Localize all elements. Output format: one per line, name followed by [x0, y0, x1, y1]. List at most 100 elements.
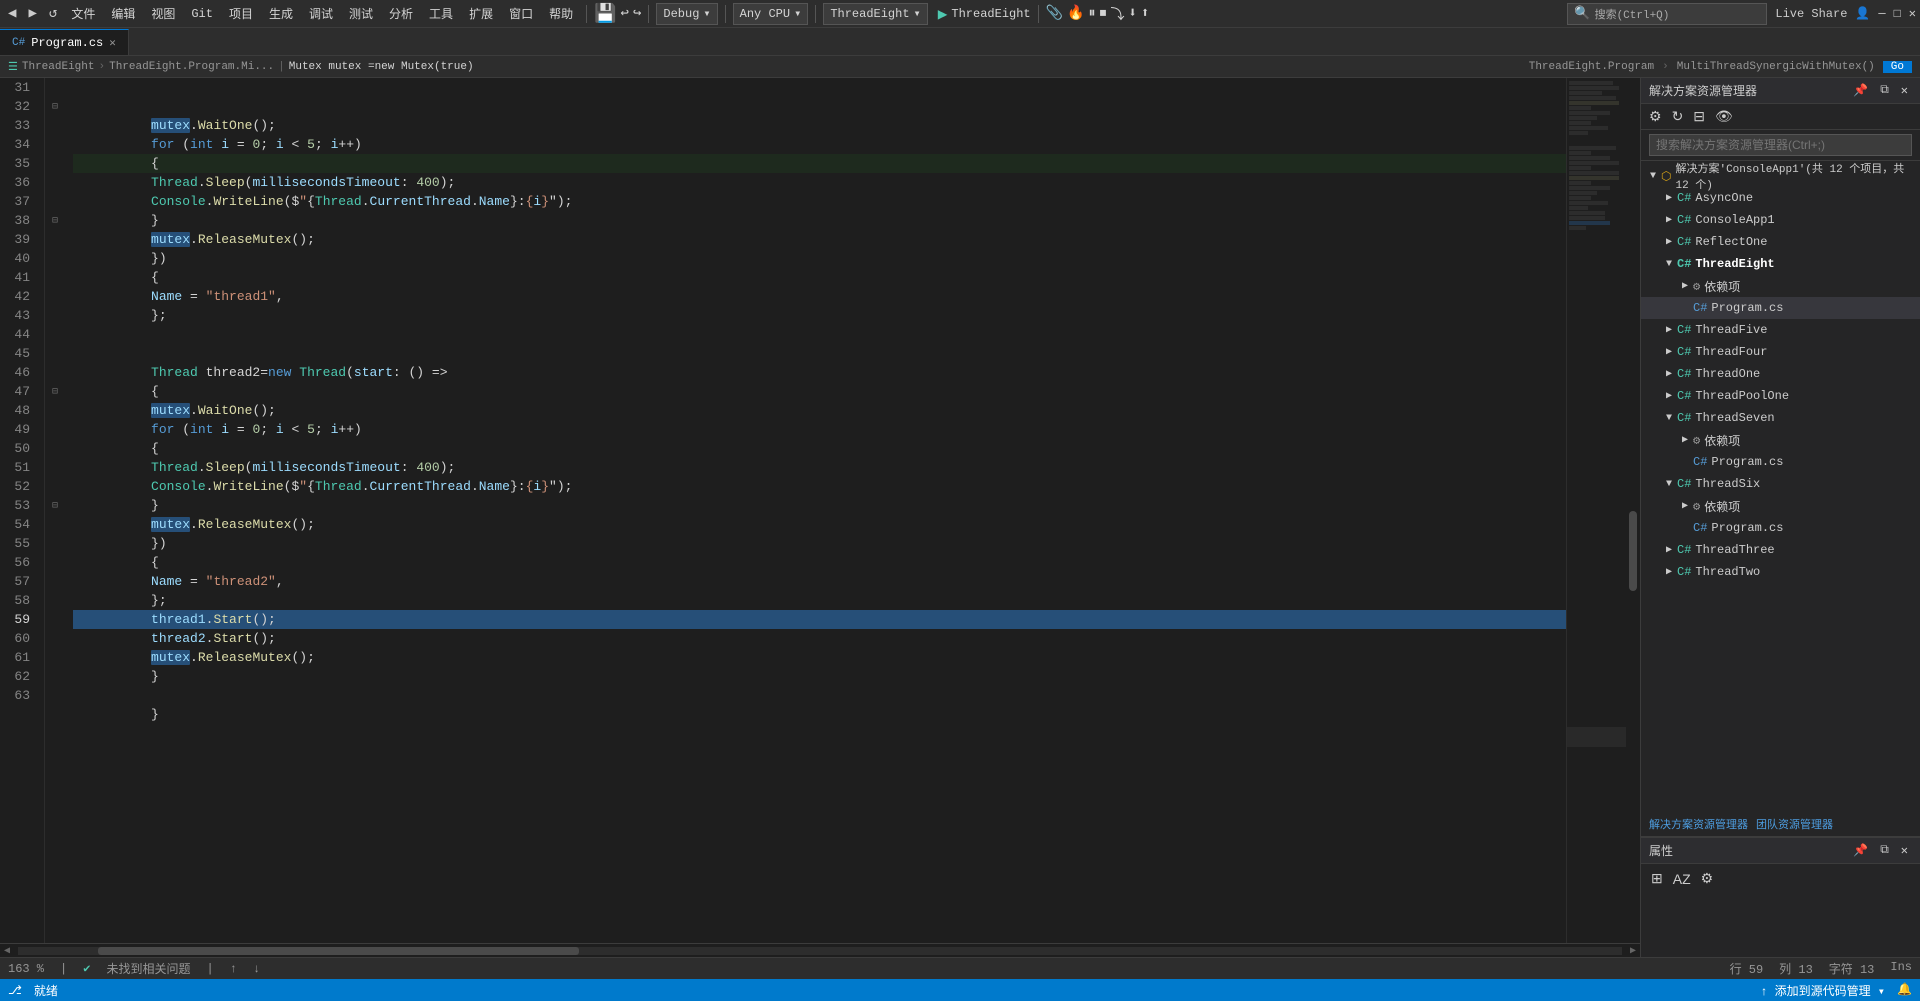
vertical-scrollbar[interactable] [1626, 78, 1640, 943]
tree-item-threadsix[interactable]: ▼ C# ThreadSix [1641, 473, 1920, 495]
debug-menu[interactable]: 调试 [303, 5, 339, 22]
view-menu[interactable]: 视图 [145, 5, 181, 22]
tree-item-threadfive[interactable]: ▶ C# ThreadFive [1641, 319, 1920, 341]
solution-tool-collapse[interactable]: ⊟ [1689, 106, 1709, 127]
refresh-icon[interactable]: ↺ [45, 3, 61, 24]
back-icon[interactable]: ◀ [4, 3, 20, 24]
h-scroll-right-btn[interactable]: ▶ [1626, 945, 1640, 957]
extend-menu[interactable]: 扩展 [463, 5, 499, 22]
gutter-row[interactable]: ⊟ [45, 382, 65, 401]
expand-icon[interactable]: ▶ [1661, 236, 1677, 248]
run-button[interactable]: ▶ [938, 4, 948, 24]
tree-item-threadseven[interactable]: ▼ C# ThreadSeven [1641, 407, 1920, 429]
code-line-31[interactable]: mutex.WaitOne(); [73, 78, 1566, 97]
zoom-level[interactable]: 163 % [8, 962, 44, 976]
undo-icon[interactable]: ↩ [621, 5, 629, 22]
pause-icon[interactable]: ⏸ [1089, 6, 1096, 22]
help-menu[interactable]: 帮助 [543, 5, 579, 22]
code-line-43[interactable] [73, 306, 1566, 325]
file-menu[interactable]: 文件 [65, 5, 101, 22]
horizontal-scrollbar[interactable]: ◀ ▶ [0, 943, 1640, 957]
breadcrumb-mutex[interactable]: Mutex mutex =new Mutex(true) [289, 61, 474, 73]
attach-icon[interactable]: 📎 [1046, 5, 1063, 22]
scroll-thumb[interactable] [1629, 511, 1637, 591]
tree-item-consoleapp1[interactable]: ▶ C# ConsoleApp1 [1641, 209, 1920, 231]
edit-menu[interactable]: 编辑 [105, 5, 141, 22]
expand-icon[interactable]: ▶ [1677, 434, 1693, 446]
panel-close-btn[interactable]: ✕ [1897, 83, 1912, 98]
code-content-area[interactable]: mutex.WaitOne(); for (int i = 0; i < 5; … [65, 78, 1566, 943]
solution-mgr-link[interactable]: 解决方案资源管理器 [1649, 816, 1748, 832]
step-into-icon[interactable]: ⬇ [1129, 5, 1137, 22]
save-icon[interactable]: 💾 [594, 3, 616, 25]
fold-icon-32[interactable]: ⊟ [52, 101, 58, 113]
breadcrumb-thread[interactable]: ThreadEight [22, 61, 95, 73]
prop-category-btn[interactable]: ⊞ [1647, 868, 1667, 889]
prop-settings-btn[interactable]: ⚙ [1697, 868, 1718, 889]
debug-config-dropdown[interactable]: Debug ▾ [656, 3, 717, 25]
code-line-63[interactable] [73, 686, 1566, 705]
notification-icon[interactable]: 🔔 [1897, 982, 1912, 999]
redo-icon[interactable]: ↪ [633, 5, 641, 22]
tree-item-threadthree[interactable]: ▶ C# ThreadThree [1641, 539, 1920, 561]
step-out-icon[interactable]: ⬆ [1141, 5, 1149, 22]
tree-item-reflectone[interactable]: ▶ C# ReflectOne [1641, 231, 1920, 253]
expand-icon[interactable]: ▶ [1661, 324, 1677, 336]
stop-icon[interactable]: ⏹ [1100, 6, 1107, 22]
gutter-row[interactable]: ⊟ [45, 97, 65, 116]
project-menu[interactable]: 项目 [223, 5, 259, 22]
breadcrumb-class[interactable]: ThreadEight.Program.Mi... [109, 61, 274, 73]
user-icon[interactable]: 👤 [1855, 6, 1870, 21]
hot-reload-icon[interactable]: 🔥 [1067, 5, 1084, 22]
thread-dropdown[interactable]: ThreadEight ▾ [823, 3, 927, 25]
fold-icon-47[interactable]: ⊟ [52, 386, 58, 398]
expand-icon[interactable]: ▶ [1661, 346, 1677, 358]
window-menu[interactable]: 窗口 [503, 5, 539, 22]
global-search-box[interactable]: 🔍 搜索(Ctrl+Q) [1567, 3, 1767, 25]
expand-icon[interactable]: ▼ [1661, 259, 1677, 270]
h-scroll-thumb[interactable] [98, 947, 579, 955]
breadcrumb-namespace[interactable]: ThreadEight.Program [1529, 61, 1654, 73]
no-issues-text[interactable]: 未找到相关问题 [106, 960, 190, 977]
gutter-row[interactable]: ⊟ [45, 496, 65, 515]
expand-icon[interactable]: ▶ [1661, 214, 1677, 226]
test-menu[interactable]: 测试 [343, 5, 379, 22]
step-over-icon[interactable]: ⤵ [1111, 4, 1125, 24]
solution-search-input[interactable] [1649, 134, 1912, 156]
prop-pin-btn[interactable]: 📌 [1849, 843, 1872, 858]
forward-icon[interactable]: ▶ [24, 3, 40, 24]
expand-icon[interactable]: ▶ [1661, 566, 1677, 578]
window-minimize[interactable]: ─ [1878, 7, 1885, 21]
analyze-menu[interactable]: 分析 [383, 5, 419, 22]
expand-icon[interactable]: ▶ [1661, 192, 1677, 204]
prop-alpha-btn[interactable]: AZ [1669, 869, 1695, 889]
tree-item-program-six[interactable]: C# Program.cs [1641, 517, 1920, 539]
h-scroll-left-btn[interactable]: ◀ [0, 945, 14, 957]
cpu-dropdown[interactable]: Any CPU ▾ [733, 3, 809, 25]
expand-icon[interactable]: ▶ [1677, 500, 1693, 512]
tree-item-ref2[interactable]: ▶ ⚙ 依赖项 [1641, 429, 1920, 451]
window-close[interactable]: ✕ [1909, 6, 1916, 21]
tree-solution-root[interactable]: ▼ ⬡ 解决方案'ConsoleApp1'(共 12 个项目，共 12 个) [1641, 165, 1920, 187]
prop-float-btn[interactable]: ⧉ [1876, 843, 1893, 858]
expand-icon[interactable]: ▼ [1645, 171, 1661, 182]
git-menu[interactable]: Git [185, 7, 219, 21]
prop-close-btn[interactable]: ✕ [1897, 843, 1912, 858]
team-explorer-link[interactable]: 团队资源管理器 [1756, 816, 1833, 832]
fold-icon-53[interactable]: ⊟ [52, 500, 58, 512]
expand-icon[interactable]: ▶ [1677, 280, 1693, 292]
tools-menu[interactable]: 工具 [423, 5, 459, 22]
add-to-source-btn[interactable]: ↑ 添加到源代码管理 ▾ [1760, 982, 1885, 999]
fold-icon-38[interactable]: ⊟ [52, 215, 58, 227]
expand-icon[interactable]: ▼ [1661, 479, 1677, 490]
expand-icon[interactable]: ▼ [1661, 413, 1677, 424]
build-menu[interactable]: 生成 [263, 5, 299, 22]
tree-item-program-cs-selected[interactable]: C# Program.cs [1641, 297, 1920, 319]
expand-icon[interactable]: ▶ [1661, 544, 1677, 556]
tab-program-cs[interactable]: C# Program.cs ✕ [0, 29, 129, 55]
tree-item-program-seven[interactable]: C# Program.cs [1641, 451, 1920, 473]
tab-close-btn[interactable]: ✕ [109, 36, 116, 50]
expand-icon[interactable]: ▶ [1661, 368, 1677, 380]
solution-tool-show-all[interactable]: 👁 [1711, 106, 1737, 127]
gutter-row[interactable]: ⊟ [45, 211, 65, 230]
